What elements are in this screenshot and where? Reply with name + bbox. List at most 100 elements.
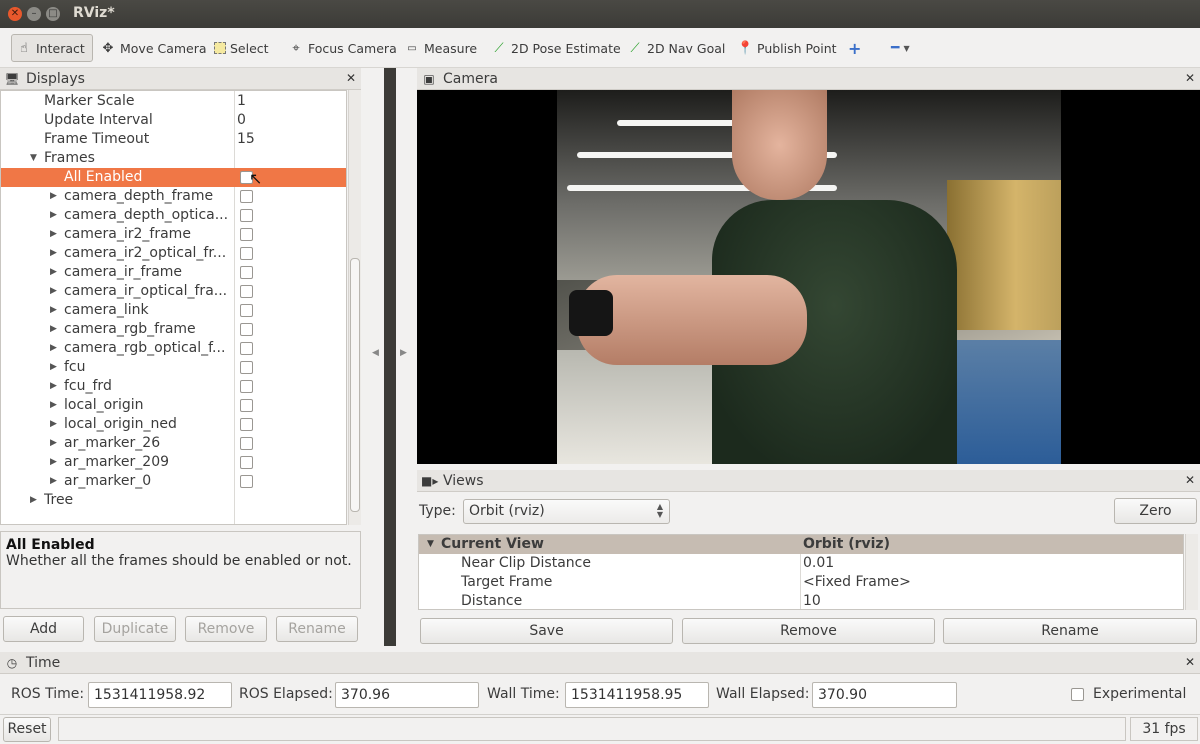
displays-scrollbar[interactable] <box>348 90 361 525</box>
checkbox[interactable] <box>240 380 253 393</box>
checkbox[interactable] <box>240 361 253 374</box>
tree-row[interactable]: Frame Timeout 15 <box>1 130 346 149</box>
expand-right-icon[interactable]: ▶ <box>50 301 57 320</box>
tree-row[interactable]: ▶ camera_ir2_frame <box>1 225 346 244</box>
save-view-button[interactable]: Save <box>420 618 673 644</box>
checkbox[interactable] <box>240 418 253 431</box>
splitter-arrows-icon[interactable]: ◀ ▶ <box>368 345 412 365</box>
tree-row[interactable]: ▶ camera_link <box>1 301 346 320</box>
expand-right-icon[interactable]: ▶ <box>50 339 57 358</box>
2d-pose-estimate-tool-button[interactable]: ⟋ 2D Pose Estimate <box>487 34 625 62</box>
remove-display-button[interactable]: Remove <box>185 616 267 642</box>
tree-row[interactable]: ▶ ar_marker_26 <box>1 434 346 453</box>
minimize-window-button[interactable]: – <box>27 7 41 21</box>
add-tool-icon[interactable]: + <box>844 34 865 62</box>
maximize-window-button[interactable]: □ <box>46 7 60 21</box>
expand-right-icon[interactable]: ▶ <box>50 206 57 225</box>
rename-display-button[interactable]: Rename <box>276 616 358 642</box>
tree-row[interactable]: Marker Scale 1 <box>1 92 346 111</box>
wall-elapsed-field[interactable]: 370.90 <box>812 682 957 708</box>
checkbox[interactable] <box>240 437 253 450</box>
expand-right-icon[interactable]: ▶ <box>50 453 57 472</box>
tree-row[interactable]: ▶ camera_ir_optical_fra... <box>1 282 346 301</box>
checkbox[interactable] <box>240 456 253 469</box>
expand-down-icon[interactable]: ▼ <box>427 535 434 554</box>
zero-button[interactable]: Zero <box>1114 498 1197 524</box>
checkbox[interactable] <box>240 304 253 317</box>
views-scrollbar[interactable] <box>1185 534 1198 610</box>
expand-right-icon[interactable]: ▶ <box>50 263 57 282</box>
close-window-button[interactable]: ✕ <box>8 7 22 21</box>
expand-right-icon[interactable]: ▶ <box>50 244 57 263</box>
view-type-select[interactable]: Orbit (rviz) ▲ ▼ <box>463 499 670 524</box>
checkbox[interactable] <box>240 285 253 298</box>
table-row[interactable]: ▼ Current View Orbit (rviz) <box>419 535 1183 554</box>
checkbox[interactable] <box>240 209 253 222</box>
close-icon[interactable]: ✕ <box>345 71 357 85</box>
interact-tool-button[interactable]: ☝ Interact <box>11 34 93 62</box>
expand-right-icon[interactable]: ▶ <box>50 187 57 206</box>
ros-elapsed-field[interactable]: 370.96 <box>335 682 479 708</box>
tree-row[interactable]: ▶ fcu <box>1 358 346 377</box>
expand-right-icon[interactable]: ▶ <box>30 491 37 510</box>
remove-tool-menu-icon[interactable]: ━ ▼ <box>887 34 914 62</box>
add-display-button[interactable]: Add <box>3 616 84 642</box>
move-camera-tool-button[interactable]: ✥ Move Camera <box>96 34 211 62</box>
table-row[interactable]: Near Clip Distance 0.01 <box>419 554 1183 573</box>
checkbox[interactable] <box>240 475 253 488</box>
close-icon[interactable]: ✕ <box>1184 71 1196 85</box>
expand-right-icon[interactable]: ▶ <box>50 282 57 301</box>
tree-row[interactable]: ▶ ar_marker_209 <box>1 453 346 472</box>
tree-row-selected[interactable]: All Enabled ↖ <box>1 168 346 188</box>
expand-down-icon[interactable]: ▼ <box>30 149 37 168</box>
duplicate-display-button[interactable]: Duplicate <box>94 616 176 642</box>
expand-right-icon[interactable]: ▶ <box>50 396 57 415</box>
tree-row[interactable]: ▶ camera_ir_frame <box>1 263 346 282</box>
wall-time-field[interactable]: 1531411958.95 <box>565 682 709 708</box>
tree-row[interactable]: ▶ camera_ir2_optical_fr... <box>1 244 346 263</box>
expand-right-icon[interactable]: ▶ <box>50 434 57 453</box>
expand-right-icon[interactable]: ▶ <box>50 472 57 491</box>
tree-row[interactable]: ▶ fcu_frd <box>1 377 346 396</box>
camera-image <box>557 90 1061 464</box>
remove-view-button[interactable]: Remove <box>682 618 935 644</box>
tree-row[interactable]: ▼ Frames <box>1 149 346 168</box>
ros-time-field[interactable]: 1531411958.92 <box>88 682 232 708</box>
expand-right-icon[interactable]: ▶ <box>50 225 57 244</box>
checkbox[interactable] <box>240 228 253 241</box>
expand-right-icon[interactable]: ▶ <box>50 358 57 377</box>
table-row[interactable]: Distance 10 <box>419 592 1183 609</box>
camera-view[interactable] <box>417 90 1200 464</box>
tree-row[interactable]: ▶ camera_depth_frame <box>1 187 346 206</box>
2d-nav-goal-tool-button[interactable]: ⟋ 2D Nav Goal <box>623 34 729 62</box>
tree-row[interactable]: ▶ local_origin_ned <box>1 415 346 434</box>
tree-row[interactable]: ▶ Tree <box>1 491 346 510</box>
experimental-checkbox[interactable] <box>1071 688 1084 701</box>
tree-row[interactable]: ▶ camera_rgb_frame <box>1 320 346 339</box>
tree-row[interactable]: ▶ ar_marker_0 <box>1 472 346 491</box>
expand-right-icon[interactable]: ▶ <box>50 377 57 396</box>
tree-row[interactable]: ▶ camera_depth_optica... <box>1 206 346 225</box>
tree-row[interactable]: ▶ local_origin <box>1 396 346 415</box>
checkbox[interactable] <box>240 190 253 203</box>
focus-camera-tool-button[interactable]: ⌖ Focus Camera <box>284 34 401 62</box>
expand-right-icon[interactable]: ▶ <box>50 415 57 434</box>
table-row[interactable]: Target Frame <Fixed Frame> <box>419 573 1183 592</box>
tree-row[interactable]: ▶ camera_rgb_optical_f... <box>1 339 346 358</box>
reset-button[interactable]: Reset <box>3 717 51 742</box>
checkbox[interactable] <box>240 323 253 336</box>
checkbox[interactable] <box>240 247 253 260</box>
measure-tool-button[interactable]: ▭ Measure <box>400 34 481 62</box>
checkbox[interactable] <box>240 342 253 355</box>
checkbox[interactable] <box>240 266 253 279</box>
scrollbar-thumb[interactable] <box>350 258 360 512</box>
checkbox[interactable] <box>240 399 253 412</box>
select-tool-button[interactable]: Select <box>210 34 273 62</box>
close-icon[interactable]: ✕ <box>1184 473 1196 487</box>
tree-row[interactable]: Update Interval 0 <box>1 111 346 130</box>
publish-point-tool-button[interactable]: 📍 Publish Point <box>733 34 841 62</box>
rename-view-button[interactable]: Rename <box>943 618 1197 644</box>
expand-right-icon[interactable]: ▶ <box>50 320 57 339</box>
status-bar: Reset 31 fps <box>0 714 1200 744</box>
close-icon[interactable]: ✕ <box>1184 655 1196 669</box>
